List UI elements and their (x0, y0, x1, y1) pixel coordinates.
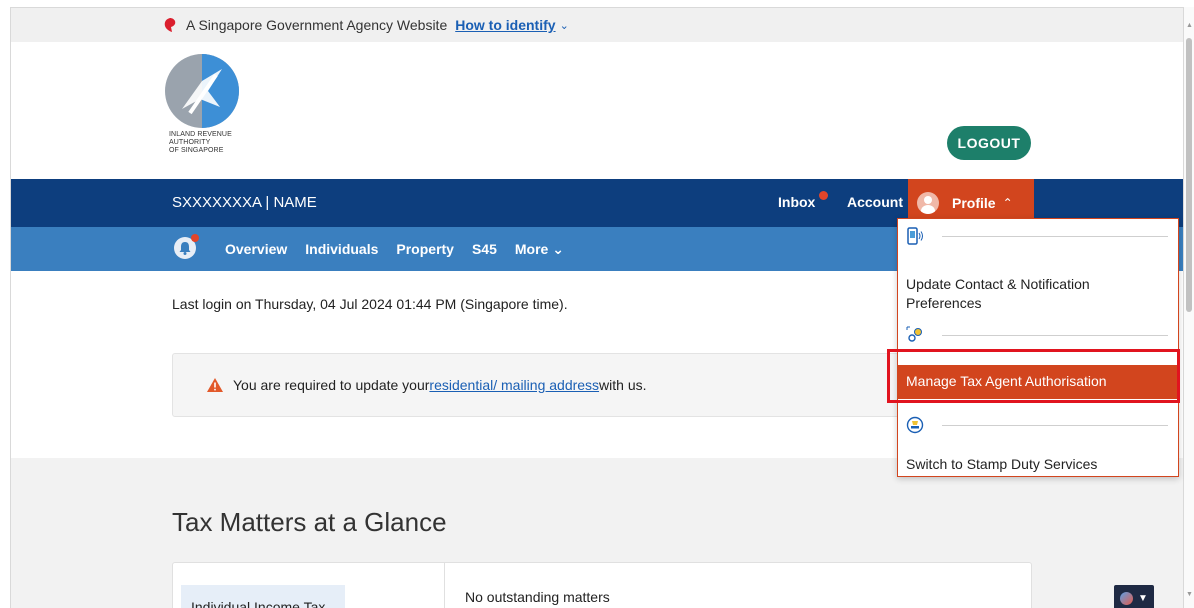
tab-s45[interactable]: S45 (472, 241, 497, 258)
tax-type-column: Individual Income Tax (173, 563, 445, 608)
logout-button[interactable]: LOGOUT (947, 126, 1031, 160)
warning-icon (207, 378, 223, 392)
dropdown-separator (942, 425, 1168, 426)
phone-notification-icon (907, 227, 923, 245)
logo-line: INLAND REVENUE (169, 131, 232, 138)
tab-label: Individual Income Tax (191, 599, 326, 608)
inbox-notification-dot (819, 191, 828, 200)
user-id-label: SXXXXXXXA | NAME (172, 194, 317, 211)
site-header: INLAND REVENUE AUTHORITY OF SINGAPORE LO… (11, 42, 1183, 179)
nav-tabs: Overview Individuals Property S45 More ⌄ (225, 241, 564, 258)
singapore-lion-icon (164, 18, 176, 32)
no-outstanding-text: No outstanding matters (465, 589, 610, 605)
menu-item-label: Switch to Stamp Duty Services (906, 456, 1098, 472)
chevron-down-icon[interactable]: ⌄ (560, 19, 569, 32)
iras-logo[interactable] (162, 51, 242, 131)
tax-matters-title: Tax Matters at a Glance (172, 507, 447, 537)
address-update-alert: You are required to update your resident… (172, 353, 952, 417)
residential-address-link[interactable]: residential/ mailing address (429, 377, 599, 393)
tab-property[interactable]: Property (396, 241, 454, 258)
globe-icon (1120, 591, 1134, 605)
user-avatar-icon (917, 192, 939, 214)
alert-text-prefix: You are required to update your (233, 377, 430, 393)
gov-agency-bar: A Singapore Government Agency Website Ho… (11, 8, 1183, 42)
profile-dropdown-menu: Update Contact & Notification Preference… (897, 218, 1179, 477)
switch-stamp-duty-item[interactable]: Switch to Stamp Duty Services (906, 455, 1097, 474)
account-link[interactable]: Account (847, 194, 903, 210)
inbox-link[interactable]: Inbox (778, 194, 815, 210)
profile-label: Profile (952, 195, 996, 211)
tax-agent-icon (906, 326, 922, 342)
dropdown-separator (942, 236, 1168, 237)
logo-line: AUTHORITY (169, 139, 211, 146)
alert-text-suffix: with us. (599, 377, 647, 393)
how-to-identify-link[interactable]: How to identify (455, 17, 555, 33)
update-contact-preferences-item[interactable]: Update Contact & Notification Preference… (906, 275, 1090, 313)
menu-item-label: Update Contact & Notification (906, 276, 1090, 292)
last-login-text: Last login on Thursday, 04 Jul 2024 01:4… (172, 296, 568, 312)
tab-individuals[interactable]: Individuals (305, 241, 378, 258)
individual-income-tax-tab[interactable]: Individual Income Tax (181, 585, 345, 608)
logo-line: OF SINGAPORE (169, 147, 224, 154)
stamp-duty-icon (906, 416, 924, 434)
menu-item-label: Preferences (906, 295, 982, 311)
gov-agency-text: A Singapore Government Agency Website (186, 17, 448, 33)
scroll-down-arrow-icon[interactable]: ▼ (1186, 591, 1193, 598)
tab-more[interactable]: More ⌄ (515, 241, 564, 258)
tab-overview[interactable]: Overview (225, 241, 287, 258)
language-selector-button[interactable]: ▼ (1114, 585, 1154, 608)
caret-down-icon: ▼ (1138, 592, 1148, 604)
bell-notification-dot (191, 234, 199, 242)
chevron-up-icon: ⌃ (1002, 196, 1013, 210)
dropdown-separator (942, 335, 1168, 336)
scroll-up-arrow-icon[interactable]: ▲ (1186, 22, 1193, 29)
iras-logo-text: INLAND REVENUE AUTHORITY OF SINGAPORE (169, 131, 232, 155)
scrollbar-thumb[interactable] (1186, 38, 1192, 312)
highlight-annotation-box (887, 349, 1180, 403)
tax-matters-card: Individual Income Tax No outstanding mat… (172, 562, 1032, 608)
